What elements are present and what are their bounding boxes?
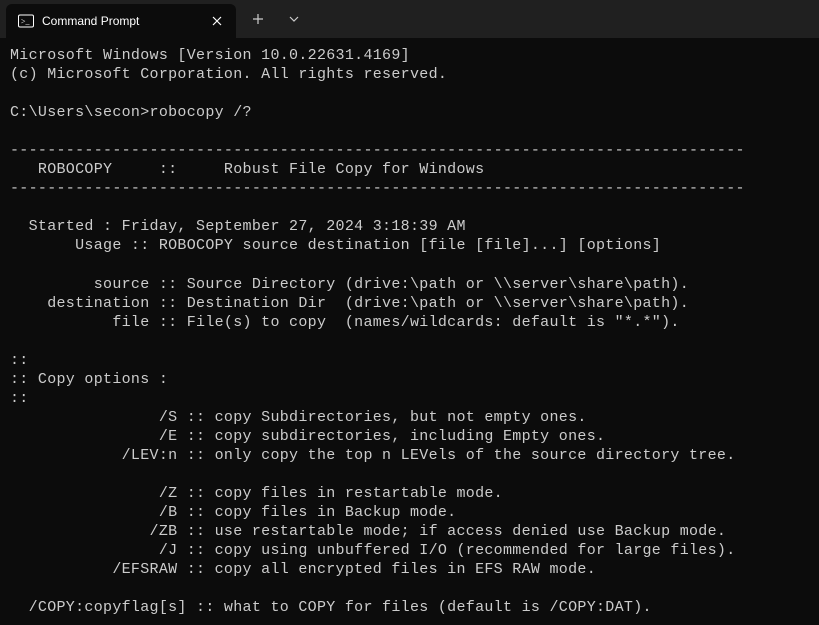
param-file: file :: File(s) to copy (names/wildcards… bbox=[10, 314, 680, 331]
close-tab-button[interactable] bbox=[208, 12, 226, 30]
tab-title: Command Prompt bbox=[42, 14, 200, 28]
robocopy-title: ROBOCOPY :: Robust File Copy for Windows bbox=[10, 161, 484, 178]
option-j: /J :: copy using unbuffered I/O (recomme… bbox=[10, 542, 736, 559]
option-s: /S :: copy Subdirectories, but not empty… bbox=[10, 409, 587, 426]
separator: ----------------------------------------… bbox=[10, 142, 745, 159]
banner-line: (c) Microsoft Corporation. All rights re… bbox=[10, 66, 447, 83]
titlebar-actions bbox=[236, 0, 310, 38]
svg-text:>_: >_ bbox=[21, 17, 31, 26]
section-header: :: Copy options : bbox=[10, 371, 168, 388]
banner-line: Microsoft Windows [Version 10.0.22631.41… bbox=[10, 47, 410, 64]
param-destination: destination :: Destination Dir (drive:\p… bbox=[10, 295, 689, 312]
option-e: /E :: copy subdirectories, including Emp… bbox=[10, 428, 605, 445]
section-marker: :: bbox=[10, 352, 29, 369]
option-b: /B :: copy files in Backup mode. bbox=[10, 504, 456, 521]
tab-command-prompt[interactable]: >_ Command Prompt bbox=[6, 4, 236, 38]
window-titlebar: >_ Command Prompt bbox=[0, 0, 819, 38]
started-line: Started : Friday, September 27, 2024 3:1… bbox=[10, 218, 466, 235]
option-copy: /COPY:copyflag[s] :: what to COPY for fi… bbox=[10, 599, 652, 616]
terminal-output[interactable]: Microsoft Windows [Version 10.0.22631.41… bbox=[0, 38, 819, 625]
option-lev: /LEV:n :: only copy the top n LEVels of … bbox=[10, 447, 736, 464]
new-tab-button[interactable] bbox=[242, 3, 274, 35]
prompt: C:\Users\secon> bbox=[10, 104, 150, 121]
usage-line: Usage :: ROBOCOPY source destination [fi… bbox=[10, 237, 661, 254]
param-source: source :: Source Directory (drive:\path … bbox=[10, 276, 689, 293]
section-marker: :: bbox=[10, 390, 29, 407]
cmd-icon: >_ bbox=[18, 13, 34, 29]
option-zb: /ZB :: use restartable mode; if access d… bbox=[10, 523, 726, 540]
separator: ----------------------------------------… bbox=[10, 180, 745, 197]
tab-dropdown-button[interactable] bbox=[278, 3, 310, 35]
option-efsraw: /EFSRAW :: copy all encrypted files in E… bbox=[10, 561, 596, 578]
command-input: robocopy /? bbox=[150, 104, 252, 121]
option-z: /Z :: copy files in restartable mode. bbox=[10, 485, 503, 502]
